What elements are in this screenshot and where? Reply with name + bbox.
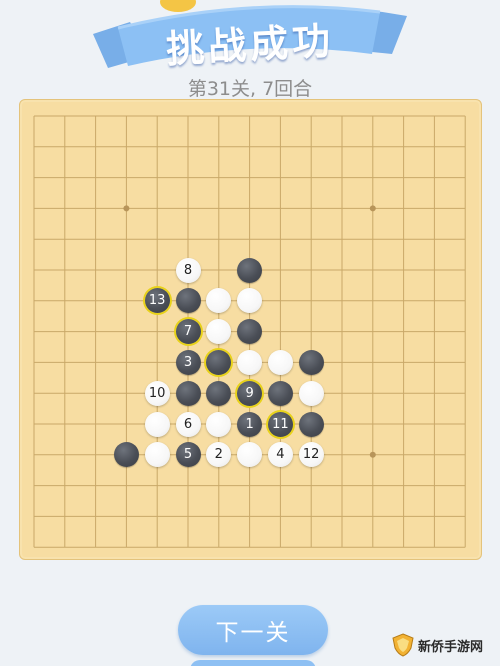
- white-stone: 8: [175, 257, 201, 283]
- secondary-button[interactable]: [190, 660, 316, 666]
- game-board[interactable]: 8 13 7 3 10 9 6 1 11 5 2 4 12: [19, 99, 482, 560]
- white-stone: [206, 411, 232, 437]
- watermark-text: 新侨手游网: [418, 639, 484, 655]
- white-stone: [298, 380, 324, 406]
- black-stone: 7: [175, 319, 201, 345]
- white-stone: [144, 411, 170, 437]
- star-point: [369, 451, 376, 458]
- black-stone: [267, 380, 293, 406]
- star-point: [123, 205, 130, 212]
- black-stone: [175, 380, 201, 406]
- black-stone: 11: [267, 411, 293, 437]
- black-stone: [298, 411, 324, 437]
- black-stone: [175, 288, 201, 314]
- black-stone: [237, 257, 263, 283]
- black-stone: 5: [175, 442, 201, 468]
- black-stone: 1: [237, 411, 263, 437]
- white-stone: 12: [298, 442, 324, 468]
- white-stone: [237, 349, 263, 375]
- white-stone: [267, 349, 293, 375]
- next-level-button[interactable]: 下一关: [178, 605, 328, 655]
- black-stone: 13: [144, 288, 170, 314]
- watermark: 新侨手游网: [392, 630, 483, 660]
- white-stone: 6: [175, 411, 201, 437]
- white-stone: [144, 442, 170, 468]
- star-point: [369, 205, 376, 212]
- black-stone: 3: [175, 349, 201, 375]
- black-stone: 9: [237, 380, 263, 406]
- white-stone: 10: [144, 380, 170, 406]
- shield-logo-icon: [392, 633, 414, 657]
- black-stone: [206, 380, 232, 406]
- black-stone: [298, 349, 324, 375]
